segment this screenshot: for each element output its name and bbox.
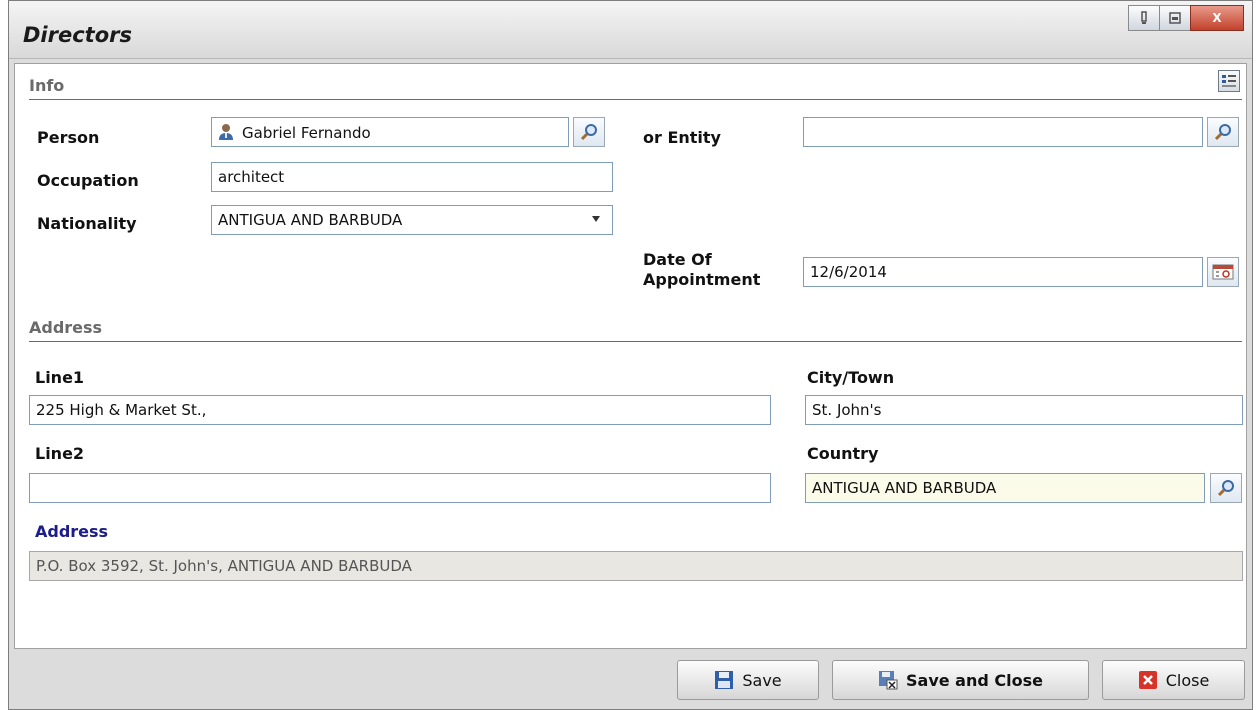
nationality-dropdown[interactable]: ANTIGUA AND BARBUDA <box>211 205 613 235</box>
save-and-close-label: Save and Close <box>906 670 1043 690</box>
minimize-button[interactable] <box>1128 5 1160 31</box>
country-value: ANTIGUA AND BARBUDA <box>812 479 997 497</box>
date-label-line2: Appointment <box>643 270 761 289</box>
country-field[interactable]: ANTIGUA AND BARBUDA <box>805 473 1205 503</box>
form-panel: Info Person Gabriel Fernando or Entity O… <box>14 63 1247 649</box>
window-title: Directors <box>23 23 132 47</box>
maximize-icon <box>1169 12 1181 24</box>
line2-label: Line2 <box>35 444 85 463</box>
person-label: Person <box>37 128 100 147</box>
minimize-icon <box>1141 11 1147 24</box>
line1-label: Line1 <box>35 368 85 387</box>
window-controls: X <box>1128 5 1244 31</box>
window-close-button[interactable]: X <box>1190 5 1244 31</box>
person-value: Gabriel Fernando <box>242 124 371 142</box>
save-and-close-button[interactable]: Save and Close <box>832 660 1089 700</box>
entity-lookup-button[interactable] <box>1207 117 1239 147</box>
save-button[interactable]: Save <box>677 660 819 700</box>
close-icon <box>1138 671 1157 689</box>
magnifier-icon <box>1217 480 1234 497</box>
list-icon <box>1222 75 1236 87</box>
full-address-value: P.O. Box 3592, St. John's, ANTIGUA AND B… <box>36 557 412 575</box>
floppy-disk-icon <box>715 671 734 689</box>
save-close-icon <box>879 671 898 690</box>
chevron-down-icon <box>592 216 600 222</box>
close-icon: X <box>1212 11 1222 25</box>
city-label: City/Town <box>807 368 895 387</box>
occupation-field[interactable]: architect <box>211 162 613 192</box>
person-icon <box>219 124 233 140</box>
nationality-value: ANTIGUA AND BARBUDA <box>218 211 403 229</box>
magnifier-icon <box>1214 124 1231 141</box>
close-label: Close <box>1165 670 1210 690</box>
full-address-label: Address <box>35 522 109 541</box>
date-value: 12/6/2014 <box>810 263 887 281</box>
address-section-label: Address <box>29 318 103 337</box>
info-section-label: Info <box>29 76 65 95</box>
line1-field[interactable]: 225 High & Market St., <box>29 395 771 425</box>
info-section-header: Info <box>29 76 1242 100</box>
city-value: St. John's <box>812 401 882 419</box>
address-section-header: Address <box>29 318 1242 342</box>
nationality-label: Nationality <box>37 214 137 233</box>
maximize-button[interactable] <box>1159 5 1191 31</box>
calendar-icon <box>1212 264 1234 280</box>
directors-window: Directors X Info Person Gabriel Fernando… <box>8 0 1253 710</box>
date-of-appointment-label: Date Of Appointment <box>643 250 760 290</box>
form-details-icon[interactable] <box>1218 70 1240 92</box>
entity-label: or Entity <box>643 128 721 147</box>
city-field[interactable]: St. John's <box>805 395 1243 425</box>
occupation-label: Occupation <box>37 171 139 190</box>
entity-field[interactable] <box>803 117 1203 147</box>
date-picker-button[interactable] <box>1207 257 1239 287</box>
line2-field[interactable] <box>29 473 771 503</box>
full-address-field: P.O. Box 3592, St. John's, ANTIGUA AND B… <box>29 551 1243 581</box>
person-field[interactable]: Gabriel Fernando <box>211 117 569 147</box>
close-button[interactable]: Close <box>1102 660 1245 700</box>
country-lookup-button[interactable] <box>1210 473 1242 503</box>
line1-value: 225 High & Market St., <box>36 401 207 419</box>
occupation-value: architect <box>218 168 285 186</box>
title-bar: Directors X <box>9 1 1252 59</box>
date-of-appointment-field[interactable]: 12/6/2014 <box>803 257 1203 287</box>
magnifier-icon <box>580 124 597 141</box>
date-label-line1: Date Of <box>643 250 712 269</box>
save-label: Save <box>742 670 782 690</box>
person-lookup-button[interactable] <box>573 117 605 147</box>
country-label: Country <box>807 444 879 463</box>
